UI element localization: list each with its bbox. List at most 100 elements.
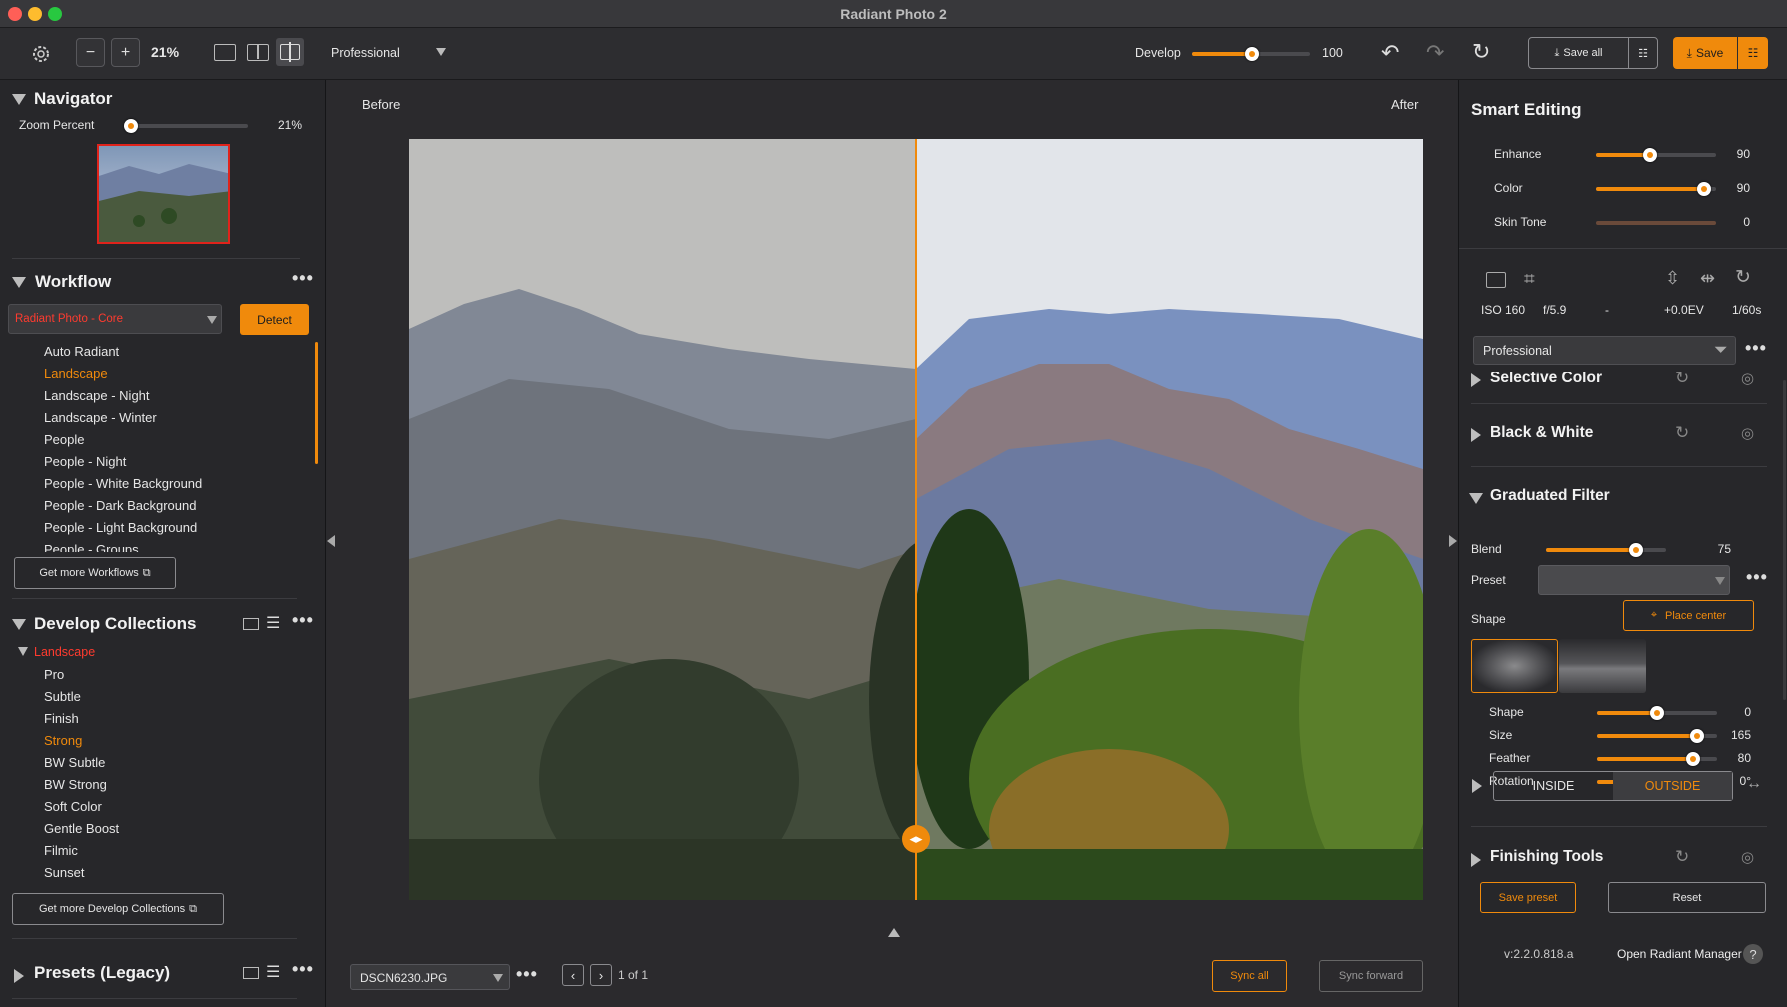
- list-view-icon[interactable]: ☰: [266, 962, 280, 982]
- file-select[interactable]: DSCN6230.JPG: [350, 964, 510, 990]
- redo-icon[interactable]: ↷: [1426, 40, 1444, 66]
- open-radiant-manager-link[interactable]: Open Radiant Manager: [1617, 947, 1742, 961]
- list-view-icon[interactable]: ☰: [266, 613, 280, 633]
- get-more-collections-button[interactable]: Get more Develop Collections ⧉: [12, 893, 224, 925]
- slider-track[interactable]: [1596, 148, 1716, 162]
- workflow-item[interactable]: People - Light Background: [44, 520, 197, 535]
- profile-filter-select[interactable]: Professional ⏷: [1473, 336, 1736, 365]
- develop-slider[interactable]: [1192, 47, 1310, 61]
- visibility-icon[interactable]: ◎: [1741, 424, 1754, 442]
- grad-preset-select[interactable]: [1538, 565, 1730, 595]
- slider-knob[interactable]: [1686, 752, 1700, 766]
- collapse-right-icon[interactable]: [1449, 535, 1457, 547]
- linear-shape-option[interactable]: [1559, 639, 1646, 693]
- settings-gear-icon[interactable]: [30, 43, 52, 65]
- collection-item[interactable]: Strong: [44, 733, 82, 748]
- reset-section-icon[interactable]: ↻: [1675, 372, 1689, 388]
- help-icon[interactable]: ?: [1743, 944, 1763, 964]
- collection-item[interactable]: BW Strong: [44, 777, 107, 792]
- next-image-button[interactable]: ›: [590, 964, 612, 986]
- collection-group-landscape[interactable]: Landscape: [34, 645, 95, 659]
- slider-knob[interactable]: [1697, 182, 1711, 196]
- chevron-down-icon[interactable]: [436, 48, 446, 56]
- slider-track[interactable]: [1596, 182, 1716, 196]
- slider-track[interactable]: [1597, 752, 1717, 766]
- save-button[interactable]: ⤓ Save: [1673, 37, 1737, 69]
- graduated-filter-collapse-icon[interactable]: [1469, 493, 1483, 504]
- slider-knob[interactable]: [1690, 729, 1704, 743]
- get-more-workflows-button[interactable]: Get more Workflows ⧉: [14, 557, 176, 589]
- sync-all-button[interactable]: Sync all: [1212, 960, 1287, 992]
- workflow-scrollbar[interactable]: [315, 342, 318, 464]
- navigator-collapse-icon[interactable]: [12, 94, 26, 105]
- collection-item[interactable]: Filmic: [44, 843, 78, 858]
- save-preset-button[interactable]: Save preset: [1480, 882, 1576, 913]
- collection-item[interactable]: BW Subtle: [44, 755, 105, 770]
- workflow-item[interactable]: People - Dark Background: [44, 498, 196, 513]
- blend-slider[interactable]: [1546, 543, 1666, 557]
- place-center-button[interactable]: ⌖ Place center: [1623, 600, 1754, 631]
- visibility-icon[interactable]: ◎: [1741, 372, 1754, 387]
- save-all-button[interactable]: ⤓ Save all: [1528, 37, 1629, 69]
- workflow-item[interactable]: People: [44, 432, 84, 447]
- workflow-item[interactable]: People - White Background: [44, 476, 202, 491]
- workflow-item[interactable]: People - Night: [44, 454, 126, 469]
- refresh-icon[interactable]: ↻: [1472, 39, 1490, 65]
- split-view-icon[interactable]: [276, 38, 304, 66]
- undo-icon[interactable]: ↶: [1381, 40, 1399, 66]
- crop-icon[interactable]: ⌗: [1524, 269, 1535, 291]
- save-all-options-icon[interactable]: ☷: [1628, 37, 1658, 69]
- collection-item[interactable]: Finish: [44, 711, 79, 726]
- finishing-tools-expand-icon[interactable]: [1471, 853, 1481, 867]
- develop-slider-knob[interactable]: [1245, 47, 1259, 61]
- grid-view-icon[interactable]: [243, 618, 259, 630]
- split-divider[interactable]: [915, 139, 917, 900]
- zoom-in-button[interactable]: +: [111, 38, 140, 67]
- slider-knob[interactable]: [1650, 706, 1664, 720]
- workflow-item[interactable]: Auto Radiant: [44, 344, 119, 359]
- side-by-side-view-icon[interactable]: [247, 44, 269, 61]
- slider-track[interactable]: [1596, 221, 1716, 225]
- zoom-percent-knob[interactable]: [124, 119, 138, 133]
- workflow-item[interactable]: Landscape - Night: [44, 388, 150, 403]
- workflow-item[interactable]: Landscape - Winter: [44, 410, 157, 425]
- collection-item[interactable]: Sunset: [44, 865, 84, 880]
- collection-item[interactable]: Soft Color: [44, 799, 102, 814]
- chevron-down-icon[interactable]: [18, 647, 28, 656]
- flip-vertical-icon[interactable]: ⇳: [1665, 268, 1680, 289]
- single-view-icon[interactable]: [214, 44, 236, 61]
- rotate-icon[interactable]: ↻: [1735, 266, 1751, 289]
- previous-image-button[interactable]: ‹: [562, 964, 584, 986]
- navigator-thumbnail[interactable]: [97, 144, 230, 244]
- selective-color-expand-icon[interactable]: [1471, 373, 1481, 387]
- filmstrip-toggle-icon[interactable]: [888, 928, 900, 937]
- collection-item[interactable]: Subtle: [44, 689, 81, 704]
- workflow-item[interactable]: Landscape: [44, 366, 108, 381]
- presets-expand-icon[interactable]: [14, 969, 24, 983]
- slider-knob[interactable]: [1643, 148, 1657, 162]
- profile-more-icon[interactable]: •••: [1745, 338, 1767, 359]
- collections-more-icon[interactable]: •••: [292, 610, 314, 631]
- workflow-select[interactable]: Radiant Photo - Core: [8, 304, 222, 334]
- collection-item[interactable]: Pro: [44, 667, 64, 682]
- grad-preset-more-icon[interactable]: •••: [1746, 567, 1768, 588]
- swap-icon[interactable]: ↔: [1746, 775, 1762, 793]
- split-handle-icon[interactable]: ◂▸: [902, 825, 930, 853]
- reset-section-icon[interactable]: ↻: [1675, 847, 1689, 867]
- inside-outside-expand-icon[interactable]: [1472, 779, 1482, 793]
- histogram-icon[interactable]: [1486, 272, 1506, 288]
- file-more-icon[interactable]: •••: [516, 964, 538, 985]
- zoom-out-button[interactable]: −: [76, 38, 105, 67]
- grid-view-icon[interactable]: [243, 967, 259, 979]
- slider-track[interactable]: [1597, 706, 1717, 720]
- flip-horizontal-icon[interactable]: ⇹: [1700, 268, 1715, 289]
- visibility-icon[interactable]: ◎: [1741, 848, 1754, 866]
- reset-button[interactable]: Reset: [1608, 882, 1766, 913]
- radial-shape-option[interactable]: [1471, 639, 1558, 693]
- workflow-collapse-icon[interactable]: [12, 277, 26, 288]
- collections-collapse-icon[interactable]: [12, 619, 26, 630]
- right-panel-scrollbar[interactable]: [1783, 380, 1786, 700]
- outside-option[interactable]: OUTSIDE: [1613, 772, 1732, 800]
- slider-track[interactable]: [1597, 729, 1717, 743]
- reset-section-icon[interactable]: ↻: [1675, 423, 1689, 443]
